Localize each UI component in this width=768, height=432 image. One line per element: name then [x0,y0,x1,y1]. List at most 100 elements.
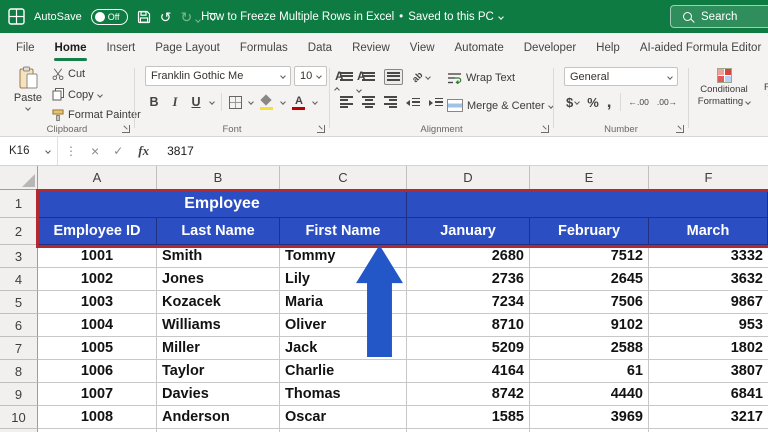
cell[interactable]: 5209 [407,337,530,360]
row-header[interactable]: 9 [0,383,38,406]
cell[interactable]: 7506 [530,291,649,314]
orientation-icon[interactable] [412,71,430,83]
row-header[interactable]: 8 [0,360,38,383]
tab-view[interactable]: View [400,33,445,62]
cell[interactable]: 1006 [38,360,157,383]
cell[interactable]: 1001 [38,245,157,268]
cell[interactable]: Jones [157,268,280,291]
cell[interactable]: Tommy [280,245,407,268]
cell[interactable]: 1005 [38,337,157,360]
search-box[interactable]: Search [670,5,768,28]
tab-insert[interactable]: Insert [96,33,145,62]
clipboard-dialog-launcher-icon[interactable] [122,125,130,133]
cell[interactable]: 2588 [530,337,649,360]
column-header-d[interactable]: D [407,166,530,190]
cell[interactable]: Charlie [280,360,407,383]
currency-format-button[interactable]: $ [566,95,579,110]
align-center-icon[interactable] [362,96,375,110]
conditional-formatting-button[interactable]: Conditional Formatting [695,68,753,107]
italic-button[interactable]: I [168,95,182,110]
header-cell[interactable]: February [530,218,649,245]
cell[interactable]: Taylor [157,360,280,383]
cell[interactable]: 8710 [407,314,530,337]
align-middle-icon[interactable] [362,72,375,82]
column-header-e[interactable]: E [530,166,649,190]
row-header[interactable]: 10 [0,406,38,429]
underline-button[interactable]: U [189,95,203,109]
cell[interactable]: 1008 [38,406,157,429]
cell[interactable]: Williams [157,314,280,337]
merge-center-button[interactable]: Merge & Center [447,99,553,112]
row-header[interactable]: 4 [0,268,38,291]
cell[interactable]: 3332 [649,245,768,268]
cell[interactable]: 3807 [649,360,768,383]
header-cell[interactable]: March [649,218,768,245]
cell[interactable]: 1585 [407,406,530,429]
cell[interactable]: Oliver [280,314,407,337]
tab-automate[interactable]: Automate [445,33,514,62]
document-title[interactable]: How to Freeze Multiple Rows in Excel • S… [0,0,736,33]
align-top-icon[interactable] [340,72,353,82]
paste-button[interactable]: Paste [8,66,48,110]
cell[interactable]: 3217 [649,406,768,429]
number-dialog-launcher-icon[interactable] [676,125,684,133]
cell[interactable]: 4164 [407,360,530,383]
row-header[interactable]: 5 [0,291,38,314]
cell[interactable]: 2680 [407,245,530,268]
cell[interactable]: Davies [157,383,280,406]
cell[interactable]: Oscar [280,406,407,429]
cut-button[interactable]: Cut [52,68,141,80]
increase-decimal-icon[interactable]: ←.00 [629,97,649,107]
decrease-decimal-icon[interactable]: .00→ [657,97,677,107]
cell[interactable]: 1007 [38,383,157,406]
insert-function-icon[interactable]: fx [130,143,157,159]
copy-button[interactable]: Copy [52,88,141,101]
banner-cell-employee[interactable]: Employee [38,190,407,218]
row-header[interactable]: 6 [0,314,38,337]
font-name-select[interactable]: Franklin Gothic Me [145,66,291,86]
header-cell[interactable]: January [407,218,530,245]
cell[interactable]: 3632 [649,268,768,291]
format-painter-button[interactable]: Format Painter [52,109,141,121]
cell[interactable]: 2736 [407,268,530,291]
select-all-button[interactable] [0,166,38,190]
tab-file[interactable]: File [6,33,45,62]
row-header[interactable]: 3 [0,245,38,268]
cell[interactable]: 2645 [530,268,649,291]
cell[interactable]: Smith [157,245,280,268]
row-header[interactable]: 7 [0,337,38,360]
increase-indent-icon[interactable] [429,98,443,108]
row-header[interactable]: 1 [0,190,38,218]
alignment-dialog-launcher-icon[interactable] [541,125,549,133]
cell[interactable]: Thomas [280,383,407,406]
align-right-icon[interactable] [384,96,397,110]
format-as-table-button[interactable]: Format Table [757,68,768,105]
header-cell[interactable]: Employee ID [38,218,157,245]
fill-color-icon[interactable] [260,95,274,110]
cell[interactable]: Maria [280,291,407,314]
name-box[interactable]: K16 [0,137,58,165]
column-header-c[interactable]: C [280,166,407,190]
tab-ai-formula-editor[interactable]: AI-aided Formula Editor [630,33,768,62]
cell[interactable]: 3969 [530,406,649,429]
cell[interactable]: 9102 [530,314,649,337]
borders-icon[interactable] [229,96,242,109]
decrease-indent-icon[interactable] [406,98,420,108]
cell[interactable]: Kozacek [157,291,280,314]
tab-developer[interactable]: Developer [514,33,586,62]
cell[interactable]: 7234 [407,291,530,314]
percent-style-button[interactable]: % [587,95,599,110]
font-dialog-launcher-icon[interactable] [317,125,325,133]
wrap-text-button[interactable]: Wrap Text [447,72,515,84]
cell[interactable]: Lily [280,268,407,291]
cell[interactable]: Anderson [157,406,280,429]
align-left-icon[interactable] [340,96,353,110]
align-bottom-icon[interactable] [384,69,403,85]
number-format-select[interactable]: General [564,67,678,86]
cell[interactable]: 1004 [38,314,157,337]
cell[interactable]: 61 [530,360,649,383]
comma-style-button[interactable]: , [607,98,612,106]
more-options-icon[interactable]: ⋮ [58,144,84,158]
cell[interactable]: 6841 [649,383,768,406]
formula-bar-value[interactable]: 3817 [157,144,194,158]
